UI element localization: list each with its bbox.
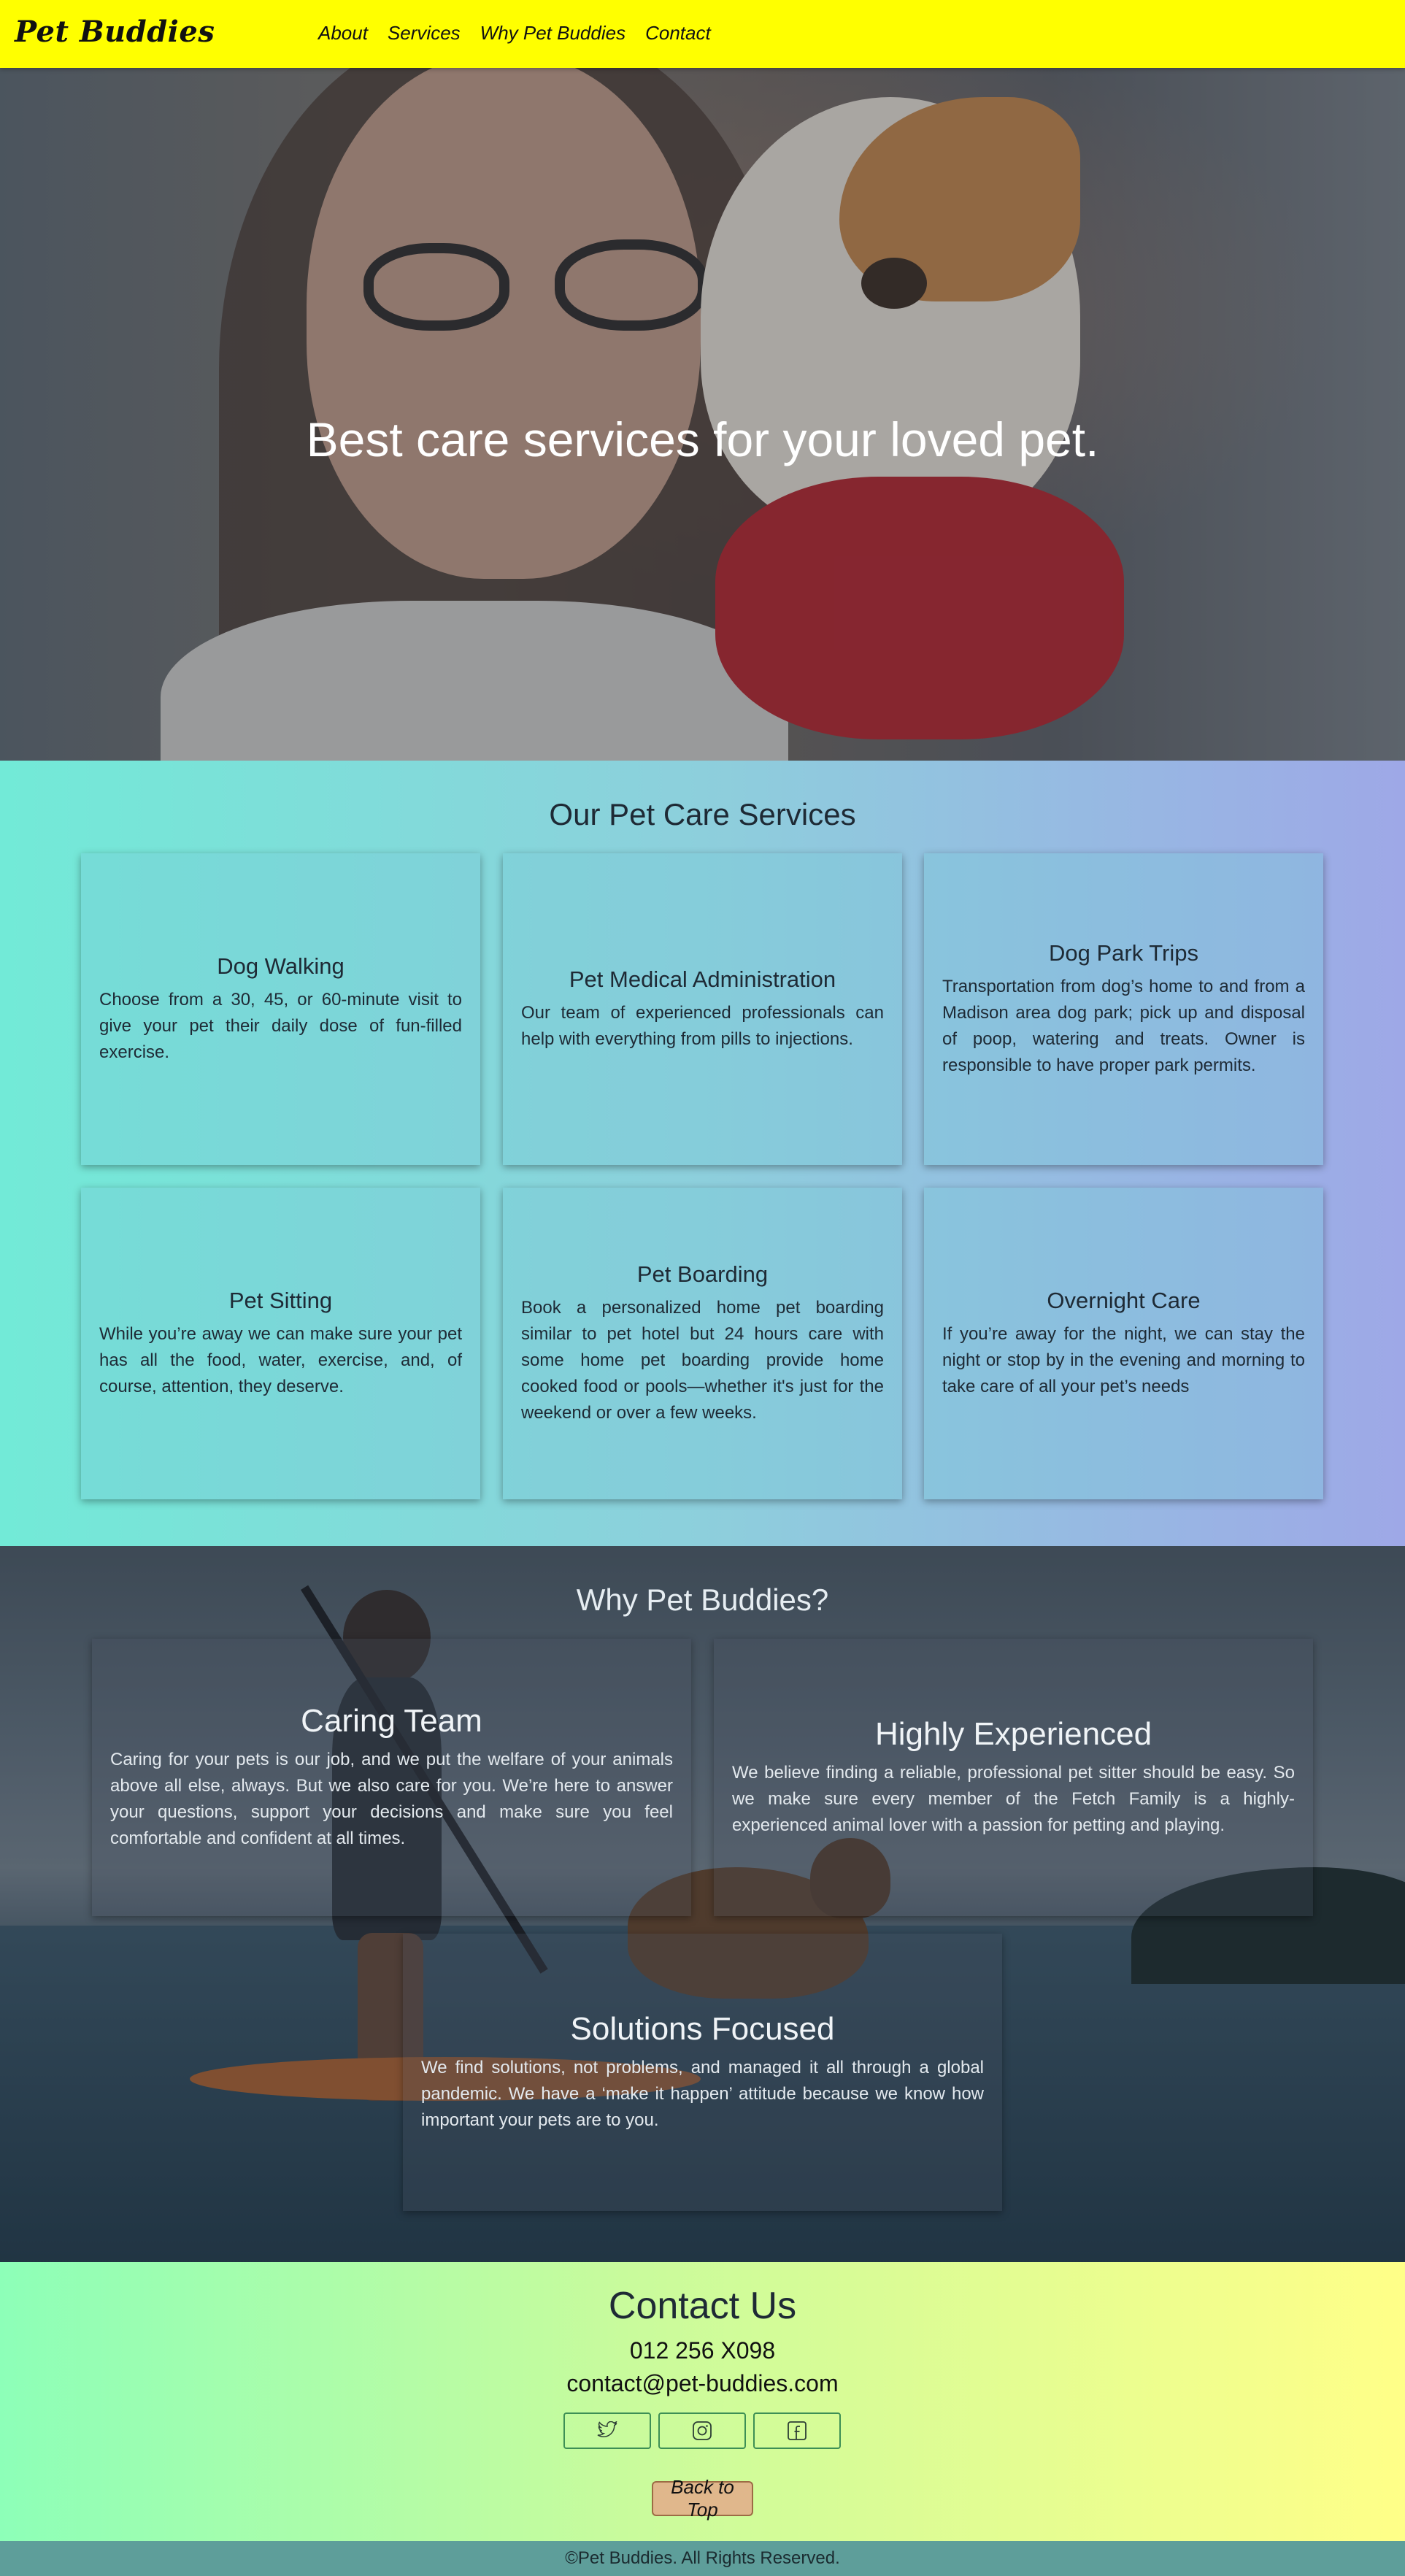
why-card-title: Caring Team (301, 1703, 482, 1739)
why-card-text: We believe finding a reliable, professio… (732, 1763, 1295, 1835)
why-section: Why Pet Buddies? Caring Team Caring for … (0, 1546, 1405, 2262)
why-card-caring-team: Caring Team Caring for your pets is our … (92, 1639, 691, 1916)
contact-phone: 012 256 X098 (629, 2337, 776, 2364)
why-card-text: We find solutions, not problems, and man… (421, 2058, 984, 2130)
why-card-text: Caring for your pets is our job, and we … (110, 1750, 673, 1848)
hero-title: Best care services for your loved pet. (306, 412, 1099, 467)
nav-link-about[interactable]: About (318, 22, 368, 45)
service-card-pet-boarding: Pet Boarding Book a personalized home pe… (503, 1188, 902, 1499)
why-card-title: Solutions Focused (570, 2011, 835, 2047)
facebook-button[interactable] (753, 2412, 841, 2449)
contact-section: Contact Us 012 256 X098 contact@pet-budd… (0, 2262, 1405, 2541)
services-section: Our Pet Care Services Dog Walking Choose… (0, 761, 1405, 1546)
main-nav: About Services Why Pet Buddies Contact (318, 22, 711, 45)
twitter-icon (597, 2421, 617, 2437)
why-card-solutions-focused: Solutions Focused We find solutions, not… (403, 1934, 1002, 2211)
brand-logo[interactable]: Pet Buddies (15, 15, 215, 49)
service-card-title: Overnight Care (1047, 1287, 1201, 1313)
contact-email[interactable]: contact@pet-buddies.com (0, 2370, 1405, 2397)
service-card-pet-medical: Pet Medical Administration Our team of e… (503, 853, 902, 1165)
services-title: Our Pet Care Services (549, 797, 856, 831)
nav-link-why-pet-buddies[interactable]: Why Pet Buddies (480, 22, 625, 45)
service-card-text: Transportation from dog’s home to and fr… (942, 976, 1305, 1075)
service-card-text: If you’re away for the night, we can sta… (942, 1323, 1305, 1396)
service-card-dog-walking: Dog Walking Choose from a 30, 45, or 60-… (81, 853, 480, 1165)
contact-title: Contact Us (608, 2285, 797, 2327)
service-card-text: Book a personalized home pet boarding si… (521, 1297, 884, 1423)
site-header: Pet Buddies About Services Why Pet Buddi… (0, 0, 1405, 68)
footer-copyright: ©Pet Buddies. All Rights Reserved. (565, 2548, 840, 2568)
facebook-icon (788, 2421, 807, 2440)
why-title: Why Pet Buddies? (576, 1583, 829, 1617)
twitter-button[interactable] (563, 2412, 651, 2449)
back-to-top-button[interactable]: Back to Top (652, 2476, 753, 2521)
why-card-highly-experienced: Highly Experienced We believe finding a … (714, 1639, 1313, 1916)
service-card-overnight-care: Overnight Care If you’re away for the ni… (924, 1188, 1323, 1499)
service-card-title: Pet Boarding (636, 1261, 769, 1287)
site-footer: ©Pet Buddies. All Rights Reserved. (0, 2541, 1405, 2576)
service-card-dog-park-trips: Dog Park Trips Transportation from dog’s… (924, 853, 1323, 1165)
service-card-text: Choose from a 30, 45, or 60-minute visit… (99, 989, 462, 1062)
service-card-title: Pet Sitting (228, 1287, 333, 1313)
why-card-title: Highly Experienced (874, 1716, 1152, 1752)
service-card-title: Dog Walking (217, 953, 344, 979)
service-card-title: Dog Park Trips (1048, 939, 1198, 966)
instagram-button[interactable] (658, 2412, 746, 2449)
instagram-icon (693, 2421, 712, 2440)
service-card-text: While you’re away we can make sure your … (99, 1323, 462, 1396)
social-links (563, 2412, 841, 2449)
nav-link-services[interactable]: Services (388, 22, 461, 45)
nav-link-contact[interactable]: Contact (645, 22, 711, 45)
service-card-text: Our team of experienced professionals ca… (521, 1002, 884, 1049)
service-card-pet-sitting: Pet Sitting While you’re away we can mak… (81, 1188, 480, 1499)
hero-section: Best care services for your loved pet. (0, 68, 1405, 761)
service-card-title: Pet Medical Administration (569, 966, 836, 992)
